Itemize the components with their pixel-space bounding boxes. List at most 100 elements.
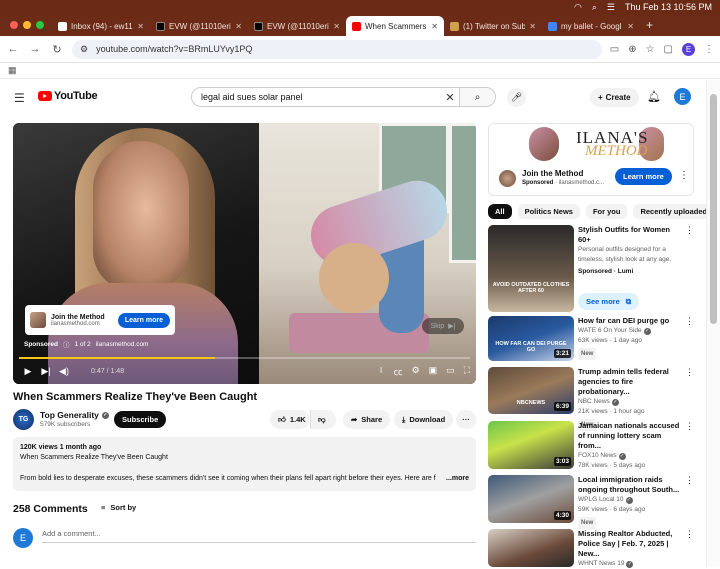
- add-comment-input[interactable]: Add a comment...: [42, 529, 476, 543]
- recommendation-item[interactable]: 4:30 Local immigration raids ongoing thro…: [488, 475, 694, 529]
- address-bar[interactable]: ⚙ youtube.com/watch?v=BRmLUYvy1PQ: [72, 39, 602, 59]
- fullscreen-icon[interactable]: ⛶: [464, 365, 470, 378]
- tab-0[interactable]: Inbox (94) - ew11(✕: [52, 16, 150, 36]
- channel-name[interactable]: WHNT News 19: [578, 559, 624, 569]
- share-button[interactable]: ➦ Share: [343, 410, 391, 429]
- chip-for-you[interactable]: For you: [585, 204, 628, 219]
- recommendation-title[interactable]: Local immigration raids ongoing througho…: [578, 475, 682, 495]
- miniplayer-icon[interactable]: ▣: [429, 365, 438, 378]
- channel-name[interactable]: Personal outfits designed for a timeless…: [578, 245, 682, 265]
- ad-overlay-card[interactable]: Join the Method ilanasmethod.com Learn m…: [25, 305, 175, 335]
- captions-icon[interactable]: ㏄: [394, 365, 403, 378]
- info-icon[interactable]: ⓘ: [63, 339, 70, 349]
- video-thumbnail[interactable]: NBCNEWS 6:39: [488, 367, 574, 414]
- video-thumbnail[interactable]: 4:30: [488, 475, 574, 523]
- youtube-logo[interactable]: YouTube: [38, 90, 98, 102]
- recommendation-item[interactable]: Missing Realtor Abducted, Police Say | F…: [488, 529, 694, 569]
- create-button[interactable]: + Create: [590, 88, 639, 107]
- recommendation-title[interactable]: Jamaican nationals accused of running lo…: [578, 421, 682, 451]
- tab-5[interactable]: my ballet - Googl ✕: [542, 16, 640, 36]
- recommendation-channel[interactable]: WHNT News 19 ✓: [578, 559, 682, 569]
- recommendation-title[interactable]: How far can DEI purge go: [578, 316, 682, 326]
- recommendation-item[interactable]: 3:03 Jamaican nationals accused of runnin…: [488, 421, 694, 469]
- theater-mode-icon[interactable]: ▭: [446, 365, 455, 378]
- next-icon[interactable]: ▶|: [37, 366, 55, 377]
- zoom-window-button[interactable]: [36, 21, 44, 29]
- volume-icon[interactable]: ◀︎): [55, 366, 73, 377]
- like-button[interactable]: 👍︎ 1.4K: [270, 410, 310, 429]
- more-link[interactable]: ...more: [444, 474, 469, 484]
- dislike-button[interactable]: 👎︎: [310, 410, 336, 429]
- channel-name[interactable]: WPLG Local 10: [578, 495, 624, 505]
- chrome-menu-icon[interactable]: ⋮: [704, 44, 714, 55]
- scrollbar-thumb[interactable]: [710, 94, 717, 324]
- download-button[interactable]: ⤓ Download: [394, 410, 454, 429]
- recommendation-title[interactable]: Stylish Outfits for Women 60+: [578, 225, 682, 245]
- chip-politics-news[interactable]: Politics News: [517, 204, 580, 219]
- ad-banner[interactable]: ILANA'S METHOD: [489, 124, 693, 164]
- autoplay-toggle[interactable]: ⏽: [377, 365, 384, 378]
- close-tab-icon[interactable]: ✕: [137, 22, 144, 31]
- search-button[interactable]: ⌕: [459, 88, 495, 106]
- apps-grid-icon[interactable]: ▦: [8, 65, 17, 76]
- channel-avatar[interactable]: TG: [13, 409, 34, 430]
- menu-icon[interactable]: ☰: [14, 91, 25, 105]
- back-button[interactable]: ←: [6, 43, 20, 55]
- page-scrollbar[interactable]: [706, 80, 720, 567]
- sort-by-button[interactable]: ≡ Sort by: [101, 503, 136, 512]
- search-input[interactable]: [192, 88, 441, 106]
- url-text[interactable]: youtube.com/watch?v=BRmLUYvy1PQ: [96, 44, 252, 54]
- tab-1[interactable]: EVW (@11010eri ✕: [150, 16, 248, 36]
- profile-avatar[interactable]: E: [682, 42, 695, 56]
- tab-3[interactable]: When Scammers R ✕: [346, 16, 444, 36]
- chip-recently-uploaded[interactable]: Recently uploaded: [633, 204, 715, 219]
- ad-site[interactable]: ilanasmethod.com: [96, 341, 149, 348]
- clear-search-icon[interactable]: ✕: [441, 91, 459, 104]
- more-actions-button[interactable]: ···: [456, 410, 476, 429]
- channel-name-row[interactable]: Top Generality ✓: [40, 410, 109, 420]
- cast-icon[interactable]: ▭: [610, 44, 619, 55]
- play-icon[interactable]: ▶: [19, 366, 37, 377]
- channel-name[interactable]: Top Generality: [40, 410, 99, 420]
- ad-learn-more-button[interactable]: Learn more: [117, 312, 170, 328]
- close-tab-icon[interactable]: ✕: [333, 22, 340, 31]
- recommendation-title[interactable]: Missing Realtor Abducted, Police Say | F…: [578, 529, 682, 559]
- more-vertical-icon[interactable]: ⋮: [685, 529, 694, 540]
- chip-all[interactable]: All: [488, 204, 512, 219]
- more-vertical-icon[interactable]: ⋮: [679, 170, 689, 181]
- more-vertical-icon[interactable]: ⋮: [685, 475, 694, 486]
- video-thumbnail[interactable]: [488, 529, 574, 567]
- recommendation-item[interactable]: HOW FAR CAN DEI PURGE GO 3:21 How far can …: [488, 316, 694, 361]
- see-more-button[interactable]: See more ⧉: [578, 293, 640, 310]
- close-tab-icon[interactable]: ✕: [529, 22, 536, 31]
- wifi-icon[interactable]: ◠: [574, 2, 582, 13]
- site-info-icon[interactable]: ⚙: [80, 44, 88, 55]
- channel-name[interactable]: NBC News: [578, 397, 610, 407]
- bookmark-star-icon[interactable]: ☆: [646, 44, 655, 55]
- reload-button[interactable]: ↻: [50, 43, 64, 56]
- more-vertical-icon[interactable]: ⋮: [685, 367, 694, 378]
- sidebar-ad[interactable]: ILANA'S METHOD Join the Method Sponsored…: [488, 123, 694, 196]
- forward-button[interactable]: →: [28, 43, 42, 55]
- recommendation-channel[interactable]: WPLG Local 10 ✓: [578, 495, 682, 505]
- menubar-datetime[interactable]: Thu Feb 13 10:56 PM: [625, 2, 712, 12]
- sidebar-ad-learn-more-button[interactable]: Learn more: [615, 168, 672, 185]
- extensions-icon[interactable]: ▢: [664, 44, 673, 55]
- subscribe-button[interactable]: Subscribe: [114, 411, 167, 428]
- new-tab-button[interactable]: +: [640, 18, 659, 36]
- control-center-icon[interactable]: ☰: [607, 2, 615, 13]
- recommendation-channel[interactable]: WATE 6 On Your Side ✓: [578, 326, 682, 336]
- close-tab-icon[interactable]: ✕: [431, 22, 438, 31]
- settings-icon[interactable]: ⚙: [412, 365, 420, 378]
- tab-2[interactable]: EVW (@11010eri ✕: [248, 16, 346, 36]
- recommendation-channel[interactable]: FOX10 News ✓: [578, 451, 682, 461]
- video-thumbnail[interactable]: AVOID OUTDATED CLOTHES AFTER 60: [488, 225, 574, 312]
- close-tab-icon[interactable]: ✕: [627, 22, 634, 31]
- recommendation-item[interactable]: NBCNEWS 6:39 Trump admin tells federal age…: [488, 367, 694, 431]
- more-vertical-icon[interactable]: ⋮: [685, 316, 694, 327]
- close-tab-icon[interactable]: ✕: [235, 22, 242, 31]
- channel-name[interactable]: FOX10 News: [578, 451, 617, 461]
- video-thumbnail[interactable]: HOW FAR CAN DEI PURGE GO 3:21: [488, 316, 574, 361]
- video-thumbnail[interactable]: 3:03: [488, 421, 574, 469]
- more-vertical-icon[interactable]: ⋮: [685, 421, 694, 432]
